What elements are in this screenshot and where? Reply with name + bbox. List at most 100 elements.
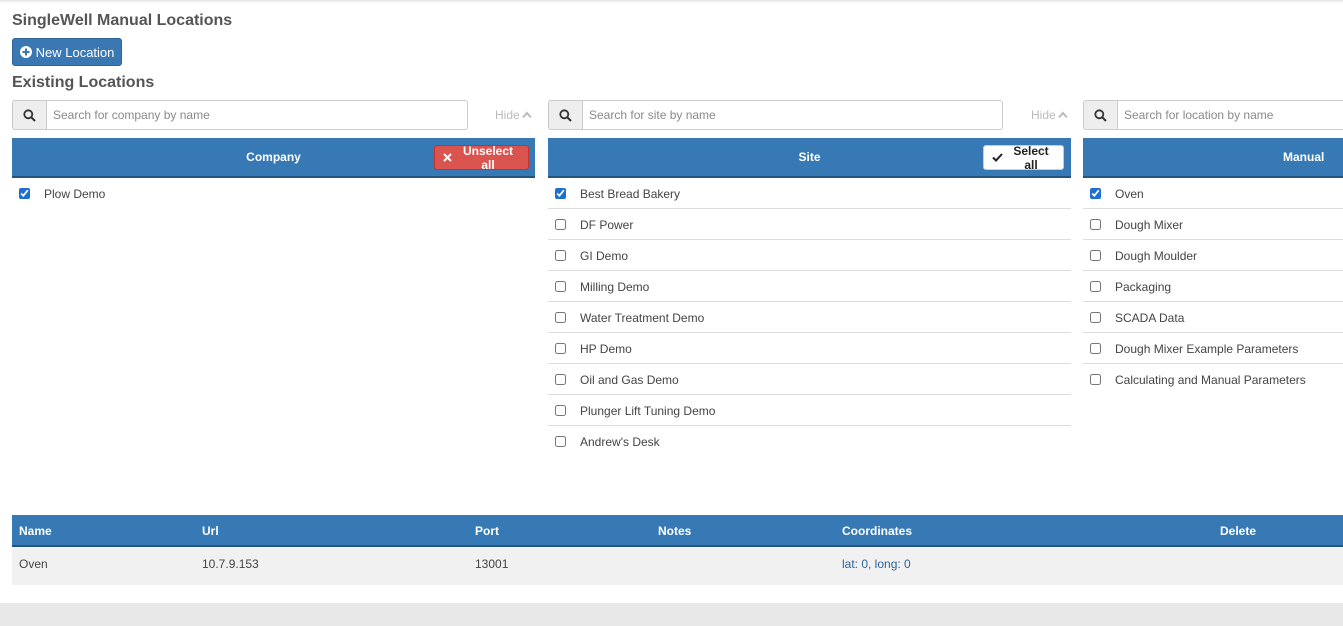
- site-list: Best Bread Bakery DF Power GI Demo Milli…: [548, 178, 1071, 457]
- new-location-label: New Location: [35, 44, 115, 60]
- list-item-label: DF Power: [580, 218, 634, 232]
- existing-locations-title: Existing Locations: [12, 74, 155, 91]
- search-icon: [12, 100, 46, 130]
- site-hide-toggle[interactable]: Hide: [1031, 108, 1068, 122]
- site-header-label: Site: [798, 150, 821, 164]
- list-item[interactable]: Dough Mixer: [1083, 209, 1343, 240]
- list-item[interactable]: Oven: [1083, 178, 1343, 209]
- company-search-input[interactable]: [46, 100, 468, 130]
- site-checkbox[interactable]: [555, 281, 566, 292]
- list-item-label: Dough Mixer: [1115, 218, 1184, 232]
- manual-checkbox[interactable]: [1090, 250, 1101, 261]
- list-item[interactable]: Dough Moulder: [1083, 240, 1343, 271]
- cell-url: 10.7.9.153: [202, 557, 259, 571]
- manual-search-input[interactable]: [1117, 100, 1343, 130]
- site-checkbox[interactable]: [555, 343, 566, 354]
- list-item[interactable]: Plunger Lift Tuning Demo: [548, 395, 1071, 426]
- list-item[interactable]: Packaging: [1083, 271, 1343, 302]
- select-all-button[interactable]: Select all: [983, 143, 1064, 172]
- company-hide-toggle[interactable]: Hide: [495, 108, 532, 122]
- chevron-up-icon: [521, 108, 532, 122]
- chevron-up-icon: [1057, 108, 1068, 122]
- column-header-name: Name: [19, 524, 52, 538]
- close-icon: [443, 151, 452, 165]
- list-item[interactable]: Plow Demo: [12, 178, 535, 209]
- site-checkbox[interactable]: [555, 188, 566, 199]
- manual-checkbox[interactable]: [1090, 312, 1101, 323]
- new-location-button[interactable]: New Location: [12, 38, 122, 66]
- manual-checkbox[interactable]: [1090, 343, 1101, 354]
- list-item[interactable]: HP Demo: [548, 333, 1071, 364]
- column-header-url: Url: [202, 524, 219, 538]
- manual-checkbox[interactable]: [1090, 374, 1101, 385]
- cell-port: 13001: [475, 557, 509, 571]
- list-item-label: Packaging: [1115, 280, 1172, 294]
- list-item-label: Oil and Gas Demo: [580, 373, 679, 387]
- cell-name: Oven: [19, 557, 48, 571]
- manual-search-row: [1083, 100, 1343, 130]
- list-item-label: Dough Mixer Example Parameters: [1115, 342, 1299, 356]
- manual-column: Manual Oven Dough Mixer Dough Moulder Pa…: [1083, 100, 1343, 430]
- site-header: Site Select all: [548, 138, 1071, 178]
- company-checkbox[interactable]: [19, 188, 30, 199]
- bottom-bar: [0, 603, 1343, 626]
- manual-checkbox[interactable]: [1090, 188, 1101, 199]
- manual-list: Oven Dough Mixer Dough Moulder Packaging…: [1083, 178, 1343, 395]
- list-item-label: Plunger Lift Tuning Demo: [580, 404, 716, 418]
- site-checkbox[interactable]: [555, 374, 566, 385]
- list-item-label: Milling Demo: [580, 280, 650, 294]
- search-icon: [1083, 100, 1117, 130]
- site-checkbox[interactable]: [555, 219, 566, 230]
- select-all-label: Select all: [1013, 143, 1049, 172]
- column-header-notes: Notes: [658, 524, 692, 538]
- table-row[interactable]: Oven 10.7.9.153 13001 lat: 0, long: 0: [12, 547, 1343, 585]
- site-checkbox[interactable]: [555, 312, 566, 323]
- list-item[interactable]: Oil and Gas Demo: [548, 364, 1071, 395]
- list-item-label: Dough Moulder: [1115, 249, 1198, 263]
- list-item[interactable]: SCADA Data: [1083, 302, 1343, 333]
- manual-checkbox[interactable]: [1090, 219, 1101, 230]
- list-item[interactable]: GI Demo: [548, 240, 1071, 271]
- list-item-label: Calculating and Manual Parameters: [1115, 373, 1306, 387]
- site-checkbox[interactable]: [555, 250, 566, 261]
- unselect-all-label: Unselect all: [462, 143, 514, 172]
- manual-checkbox[interactable]: [1090, 281, 1101, 292]
- search-icon: [548, 100, 582, 130]
- coordinates-link[interactable]: lat: 0, long: 0: [842, 557, 911, 571]
- company-list: Plow Demo: [12, 178, 535, 209]
- site-hide-label: Hide: [1031, 108, 1056, 122]
- list-item-label: SCADA Data: [1115, 311, 1185, 325]
- site-checkbox[interactable]: [555, 405, 566, 416]
- company-search-row: Hide: [12, 100, 535, 130]
- list-item[interactable]: Milling Demo: [548, 271, 1071, 302]
- company-header: Company Unselect all: [12, 138, 535, 178]
- column-header-delete: Delete: [1220, 524, 1257, 538]
- list-item[interactable]: DF Power: [548, 209, 1071, 240]
- list-item[interactable]: Calculating and Manual Parameters: [1083, 364, 1343, 395]
- list-item[interactable]: Andrew's Desk: [548, 426, 1071, 457]
- list-item[interactable]: Best Bread Bakery: [548, 178, 1071, 209]
- list-item-label: GI Demo: [580, 249, 629, 263]
- list-item-label: Water Treatment Demo: [580, 311, 705, 325]
- site-checkbox[interactable]: [555, 436, 566, 447]
- site-search-row: Hide: [548, 100, 1071, 130]
- list-item-label: Oven: [1115, 187, 1144, 201]
- page-title: SingleWell Manual Locations: [12, 12, 233, 29]
- manual-header: Manual: [1083, 138, 1343, 178]
- column-header-port: Port: [475, 524, 499, 538]
- list-item-label: Plow Demo: [44, 187, 106, 201]
- company-header-label: Company: [246, 150, 301, 164]
- checkmark-icon: [992, 151, 1003, 165]
- plus-circle-icon: [19, 46, 32, 58]
- list-item[interactable]: Water Treatment Demo: [548, 302, 1071, 333]
- unselect-all-button[interactable]: Unselect all: [434, 143, 529, 172]
- list-item-label: HP Demo: [580, 342, 632, 356]
- list-item-label: Andrew's Desk: [580, 435, 660, 449]
- company-hide-label: Hide: [495, 108, 520, 122]
- table-header: Name Url Port Notes Coordinates Delete: [12, 515, 1343, 547]
- site-search-input[interactable]: [582, 100, 1003, 130]
- top-shade: [0, 0, 1343, 3]
- list-item[interactable]: Dough Mixer Example Parameters: [1083, 333, 1343, 364]
- column-header-coordinates: Coordinates: [842, 524, 913, 538]
- manual-header-label: Manual: [1283, 150, 1325, 164]
